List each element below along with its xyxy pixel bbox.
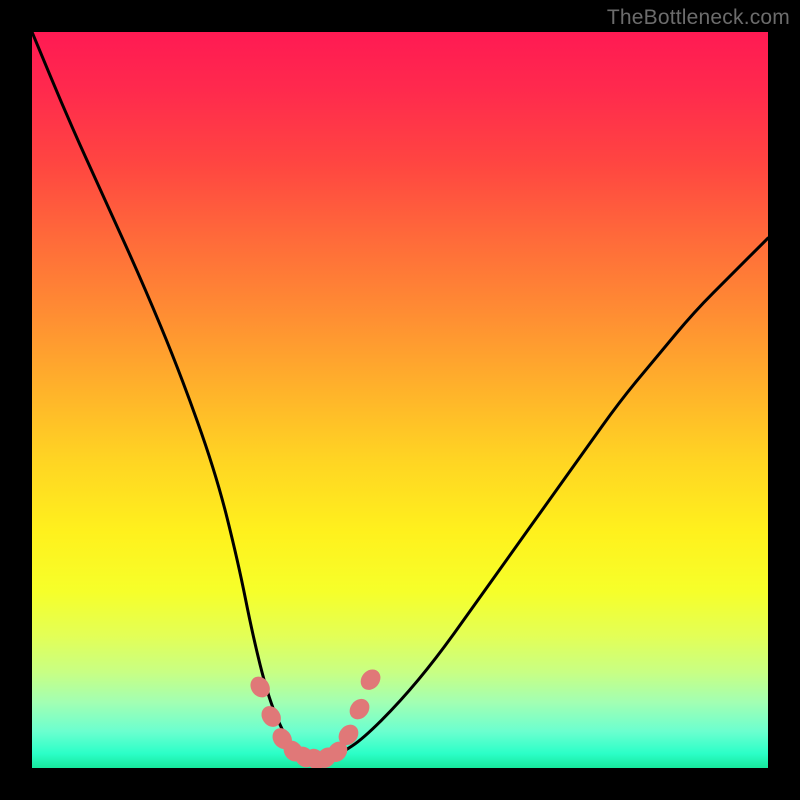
watermark-text: TheBottleneck.com xyxy=(607,6,790,30)
annotation-dot xyxy=(357,665,385,693)
bottleneck-curve xyxy=(32,32,768,761)
bottleneck-curve-path xyxy=(32,32,768,761)
chart-frame: TheBottleneck.com xyxy=(0,0,800,800)
annotation-dot xyxy=(346,695,374,723)
curves-layer xyxy=(32,32,768,768)
plot-area xyxy=(32,32,768,768)
annotation-dots xyxy=(246,665,384,768)
